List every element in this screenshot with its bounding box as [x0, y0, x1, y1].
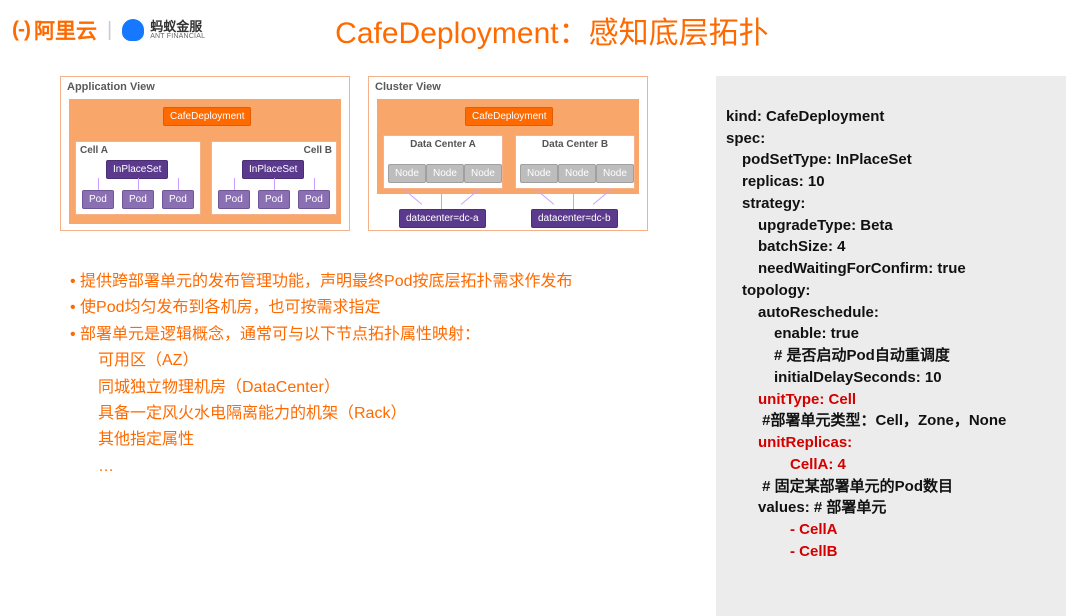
bullet-item: 使Pod均匀发布到各机房，也可按需求指定: [70, 295, 698, 321]
bullet-subitem: …: [70, 454, 698, 480]
code-line: enable: true: [726, 323, 1056, 345]
bullet-list: 提供跨部署单元的发布管理功能，声明最终Pod按底层拓扑需求作发布 使Pod均匀发…: [14, 269, 698, 480]
aliyun-bracket-icon: (-): [12, 18, 30, 42]
page-title: CafeDeployment：感知底层拓扑: [335, 8, 768, 52]
cafedeployment-chip: CafeDeployment: [465, 107, 553, 126]
cell-a-label: Cell A: [80, 145, 108, 156]
node-chip: Node: [520, 164, 558, 183]
code-line: values: # 部署单元: [726, 497, 1056, 519]
dc-b-box: Data Center B Node Node Node: [515, 135, 635, 189]
application-view-panel: Application View CafeDeployment Cell A I…: [60, 76, 350, 231]
code-line: needWaitingForConfirm: true: [726, 258, 1056, 280]
dc-a-label: Data Center A: [384, 139, 502, 150]
code-line: podSetType: InPlaceSet: [726, 149, 1056, 171]
cell-b-box: Cell B InPlaceSet Pod Pod Pod: [211, 141, 337, 215]
node-chip: Node: [388, 164, 426, 183]
code-line: initialDelaySeconds: 10: [726, 367, 1056, 389]
code-line: replicas: 10: [726, 171, 1056, 193]
code-line: # 是否启动Pod自动重调度: [726, 345, 1056, 367]
node-chip: Node: [426, 164, 464, 183]
diagrams-row: Application View CafeDeployment Cell A I…: [14, 76, 698, 231]
cell-a-box: Cell A InPlaceSet Pod Pod Pod: [75, 141, 201, 215]
bullet-subitem: 可用区（AZ）: [70, 348, 698, 374]
code-line: unitReplicas:: [726, 432, 1056, 454]
node-chip: Node: [596, 164, 634, 183]
code-line: CellA: 4: [726, 454, 1056, 476]
bullet-subitem: 同城独立物理机房（DataCenter）: [70, 375, 698, 401]
cluster-view-panel: Cluster View CafeDeployment Data Center …: [368, 76, 648, 231]
pod-chip: Pod: [82, 190, 114, 209]
header: (-) 阿里云 | 蚂蚁金服 ANT FINANCIAL CafeDeploym…: [0, 0, 1080, 56]
pod-chip: Pod: [122, 190, 154, 209]
code-line: - CellA: [726, 519, 1056, 541]
code-line: batchSize: 4: [726, 236, 1056, 258]
pod-chip: Pod: [258, 190, 290, 209]
dc-a-box: Data Center A Node Node Node: [383, 135, 503, 189]
code-line: strategy:: [726, 193, 1056, 215]
cluster-view-label: Cluster View: [375, 81, 441, 93]
dc-tag-b: datacenter=dc-b: [531, 209, 618, 228]
node-chip: Node: [558, 164, 596, 183]
ant-icon: [122, 19, 144, 41]
bullet-subitem: 具备一定风火水电隔离能力的机架（Rack）: [70, 401, 698, 427]
code-line: topology:: [726, 280, 1056, 302]
inplaceset-chip: InPlaceSet: [242, 160, 304, 179]
cell-b-label: Cell B: [304, 145, 332, 156]
code-line: # 固定某部署单元的Pod数目: [726, 476, 1056, 498]
ant-cn-text: 蚂蚁金服: [150, 20, 205, 33]
code-line: autoReschedule:: [726, 302, 1056, 324]
code-line: spec:: [726, 130, 765, 147]
inplaceset-chip: InPlaceSet: [106, 160, 168, 179]
cafedeployment-chip: CafeDeployment: [163, 107, 251, 126]
code-line: upgradeType: Beta: [726, 215, 1056, 237]
code-line: unitType: Cell: [726, 389, 1056, 411]
app-view-label: Application View: [67, 81, 155, 93]
pod-chip: Pod: [298, 190, 330, 209]
bullet-subitem: 其他指定属性: [70, 427, 698, 453]
bullet-item: 部署单元是逻辑概念，通常可与以下节点拓扑属性映射：: [70, 322, 698, 348]
node-chip: Node: [464, 164, 502, 183]
pod-chip: Pod: [218, 190, 250, 209]
dc-tag-a: datacenter=dc-a: [399, 209, 486, 228]
bullet-item: 提供跨部署单元的发布管理功能，声明最终Pod按底层拓扑需求作发布: [70, 269, 698, 295]
aliyun-text: 阿里云: [34, 15, 97, 45]
aliyun-logo: (-) 阿里云: [12, 15, 97, 45]
ant-en-text: ANT FINANCIAL: [150, 33, 205, 40]
code-line: kind: CafeDeployment: [726, 108, 884, 125]
pod-chip: Pod: [162, 190, 194, 209]
logo-separator: |: [107, 19, 112, 42]
yaml-code-panel: kind: CafeDeployment spec: podSetType: I…: [716, 76, 1066, 616]
dc-b-label: Data Center B: [516, 139, 634, 150]
code-line: - CellB: [726, 541, 1056, 563]
code-line: #部署单元类型：Cell，Zone，None: [726, 410, 1056, 432]
ant-financial-logo: 蚂蚁金服 ANT FINANCIAL: [122, 19, 205, 41]
